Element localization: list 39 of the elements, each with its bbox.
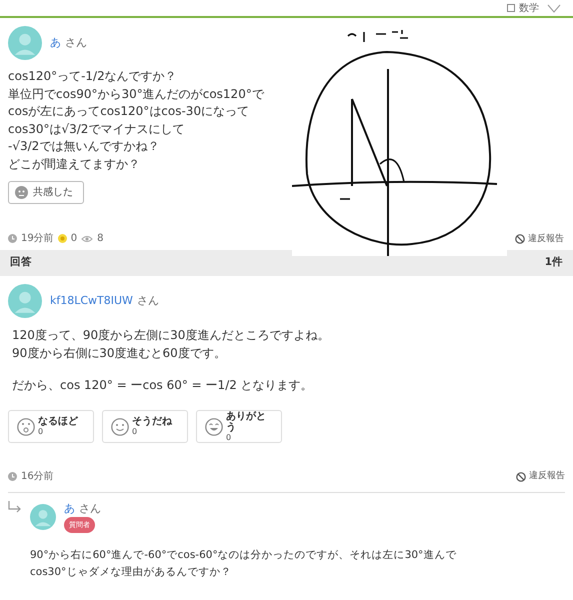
empathy-button[interactable]: 共感した: [8, 181, 84, 204]
clock-icon: [8, 234, 17, 243]
user-suffix: さん: [79, 502, 101, 515]
avatar-icon: [30, 504, 56, 530]
section-title: 回答: [10, 255, 32, 270]
category-tag[interactable]: 数学: [507, 0, 539, 16]
question-text: cos120°って-1/2なんですか？ 単位円でcos90°から30°進んだのがcos120°で cosが左にあってcos120°はcos-30になって cos30°は√3/2でマイナスにして -√3/2では無いんですかね？ どこが間違えてますか？: [8, 68, 266, 172]
reply-arrow-icon: [8, 501, 22, 513]
post-time: 19分前: [21, 232, 54, 246]
chevron-down-icon: [547, 4, 561, 12]
answer-text: 120度って、90度から左側に30度進んだところですよね。 90度から右側に30度進むと60度です。: [12, 327, 330, 362]
answer-count: 1件: [544, 255, 563, 270]
face-icon: [111, 418, 129, 436]
eye-icon: [81, 234, 94, 242]
prohibited-icon: [515, 234, 525, 244]
report-link[interactable]: 違反報告: [515, 232, 564, 246]
face-icon: [17, 418, 35, 436]
face-icon: [205, 418, 223, 436]
report-link[interactable]: 違反報告: [516, 470, 565, 484]
coin-count: 0: [70, 232, 78, 246]
coin-icon: [58, 234, 67, 243]
user-suffix: さん: [65, 36, 87, 50]
user-suffix: さん: [136, 294, 159, 308]
post-time: 16分前: [21, 470, 54, 484]
user-name[interactable]: kf18LCwT8IUW: [50, 294, 133, 308]
clock-icon: [8, 472, 17, 481]
avatar-icon: [8, 284, 42, 318]
view-count: 8: [97, 232, 104, 246]
reply-text: 90°から右に60°進んで-60°でcos-60°なのは分かったのですが、それは左に30°進んでcos30°じゃダメな理由があるんですか？: [29, 548, 458, 580]
tag-icon: [507, 4, 515, 12]
reaction-button[interactable]: なるほど 0: [8, 410, 94, 443]
answer-text: だから、cos 120° = ーcos 60° = ー1/2 となります。: [12, 377, 314, 394]
avatar-icon: [8, 26, 42, 60]
user-name[interactable]: あ: [64, 502, 75, 515]
face-icon: [15, 186, 28, 199]
user-name[interactable]: あ: [50, 36, 61, 50]
prohibited-icon: [516, 472, 526, 482]
reaction-button[interactable]: そうだね 0: [102, 410, 188, 443]
reaction-button[interactable]: ありがとう 0: [196, 410, 282, 443]
